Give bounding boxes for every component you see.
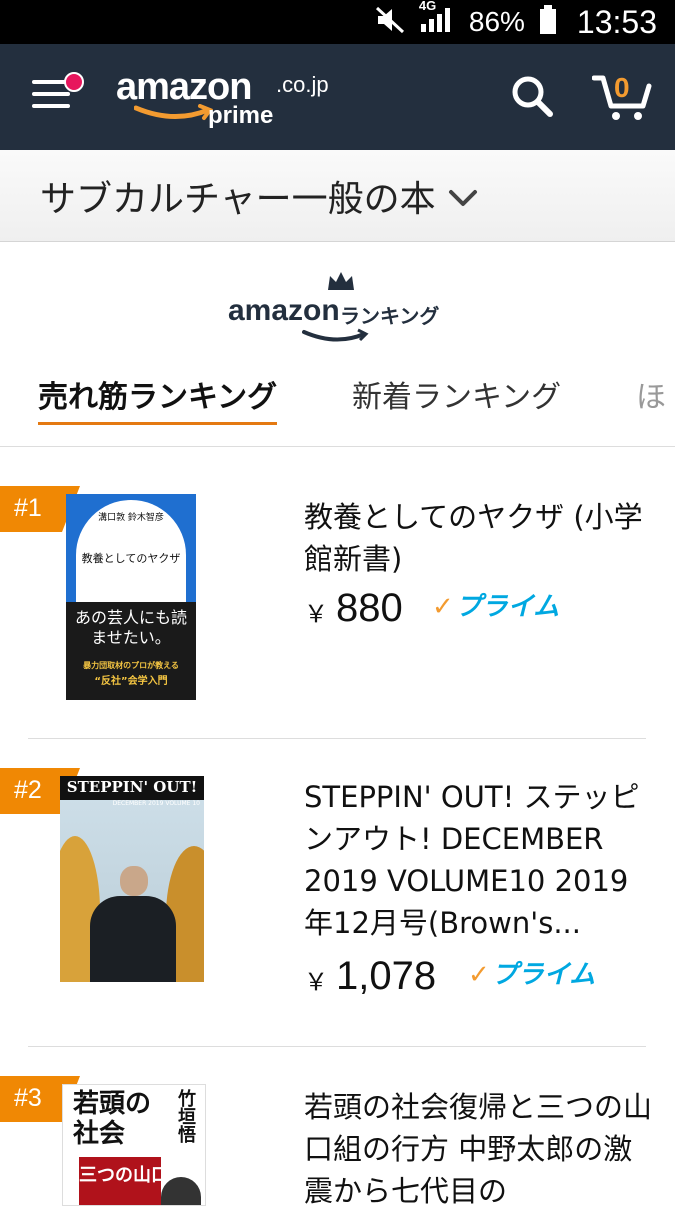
prime-check-icon: ✓ (432, 592, 454, 622)
prime-label: プライム (491, 960, 596, 990)
cover-tagline: 暴力団取材のプロが教える (83, 661, 179, 670)
menu-icon-line (32, 104, 70, 108)
top-nav: amazon .co.jp prime 0 (0, 44, 675, 150)
mute-icon (375, 6, 405, 38)
cover-coat (90, 896, 176, 982)
menu-icon-line (32, 92, 70, 96)
prime-check-icon: ✓ (468, 960, 490, 990)
yen-symbol: ￥ (304, 601, 328, 628)
divider (28, 738, 646, 739)
clock: 13:53 (576, 3, 657, 40)
cover-issue: DECEMBER 2019 VOLUME 10 (112, 800, 200, 807)
item-price: ￥ 880 (304, 586, 403, 631)
cover-tagline2: “反社”会学入門 (94, 676, 168, 687)
prime-badge: ✓プライム (432, 586, 559, 623)
prime-label: プライム (455, 592, 560, 622)
price-amount: 1,078 (336, 954, 437, 998)
crown-icon (328, 272, 354, 290)
divider (28, 1046, 646, 1047)
cart-count: 0 (614, 72, 630, 103)
ranking-logo-subtitle: ランキング (340, 304, 440, 328)
item-price: ￥ 1,078 (304, 954, 436, 999)
book-cover[interactable]: 若頭の社会 三つの山口 竹垣悟 (62, 1084, 206, 1206)
rank-number: #3 (14, 1084, 42, 1112)
cover-authors: 溝口敦 鈴木智彦 (98, 513, 164, 523)
battery-icon (539, 5, 557, 39)
book-cover[interactable]: STEPPIN' OUT! DECEMBER 2019 VOLUME 10 (60, 776, 204, 982)
category-label: サブカルチャー一般の本 (40, 178, 436, 220)
cover-title: 若頭の社会 (73, 1089, 152, 1149)
cover-face (120, 866, 148, 896)
cover-title: 教養としてのヤクザ (81, 552, 181, 565)
list-item[interactable]: #1 溝口敦 鈴木智彦 教養としてのヤクザ あの芸人にも読ませたい。 暴力団取材… (0, 486, 675, 738)
cover-headline: あの芸人にも読ませたい。 (74, 608, 187, 647)
item-title[interactable]: 若頭の社会復帰と三つの山口組の行方 中野太郎の激震から七代目の (304, 1086, 654, 1212)
status-bar: 4G 86% 13:53 (0, 0, 675, 44)
rank-number: #1 (14, 494, 42, 522)
rank-number: #2 (14, 776, 42, 804)
logo-prime: prime (208, 102, 274, 129)
battery-percent: 86% (468, 6, 525, 37)
smile-icon (134, 104, 214, 120)
signal-icon: 4G (419, 0, 455, 38)
chevron-down-icon (448, 189, 477, 206)
yen-symbol: ￥ (304, 969, 328, 996)
logo-domain: .co.jp (276, 72, 329, 97)
category-selector[interactable]: サブカルチャー一般の本 (0, 150, 675, 242)
menu-button[interactable] (32, 72, 84, 114)
ranking-logo-brand: amazon (228, 294, 340, 327)
search-icon (512, 76, 553, 117)
tab-more[interactable]: ほ (636, 372, 666, 416)
item-title[interactable]: STEPPIN' OUT! ステッピンアウト! DECEMBER 2019 VO… (304, 776, 654, 944)
menu-icon (32, 80, 68, 84)
amazon-prime-logo[interactable]: amazon .co.jp prime (116, 66, 329, 136)
cover-subtitle: 三つの山口 (79, 1165, 169, 1186)
list-item[interactable]: #2 STEPPIN' OUT! DECEMBER 2019 VOLUME 10… (0, 768, 675, 1046)
notification-dot (64, 72, 84, 92)
list-item[interactable]: #3 若頭の社会 三つの山口 竹垣悟 若頭の社会復帰と三つの山口組の行方 中野太… (0, 1076, 675, 1208)
tab-new-releases[interactable]: 新着ランキング (352, 372, 561, 416)
smile-icon (302, 328, 369, 342)
cover-portrait (161, 1177, 201, 1205)
search-button[interactable] (510, 74, 554, 122)
cover-author: 竹垣悟 (175, 1089, 196, 1143)
price-amount: 880 (336, 586, 403, 630)
cover-masthead: STEPPIN' OUT! (66, 778, 198, 796)
book-cover[interactable]: 溝口敦 鈴木智彦 教養としてのヤクザ あの芸人にも読ませたい。 暴力団取材のプロ… (66, 494, 196, 700)
item-title[interactable]: 教養としてのヤクザ (小学館新書) (304, 496, 654, 580)
tab-bestsellers[interactable]: 売れ筋ランキング (38, 372, 278, 425)
prime-badge: ✓プライム (468, 954, 595, 991)
ranking-tabs: 売れ筋ランキング 新着ランキング ほ (0, 362, 675, 447)
amazon-ranking-logo: amazon ランキング (226, 270, 456, 350)
